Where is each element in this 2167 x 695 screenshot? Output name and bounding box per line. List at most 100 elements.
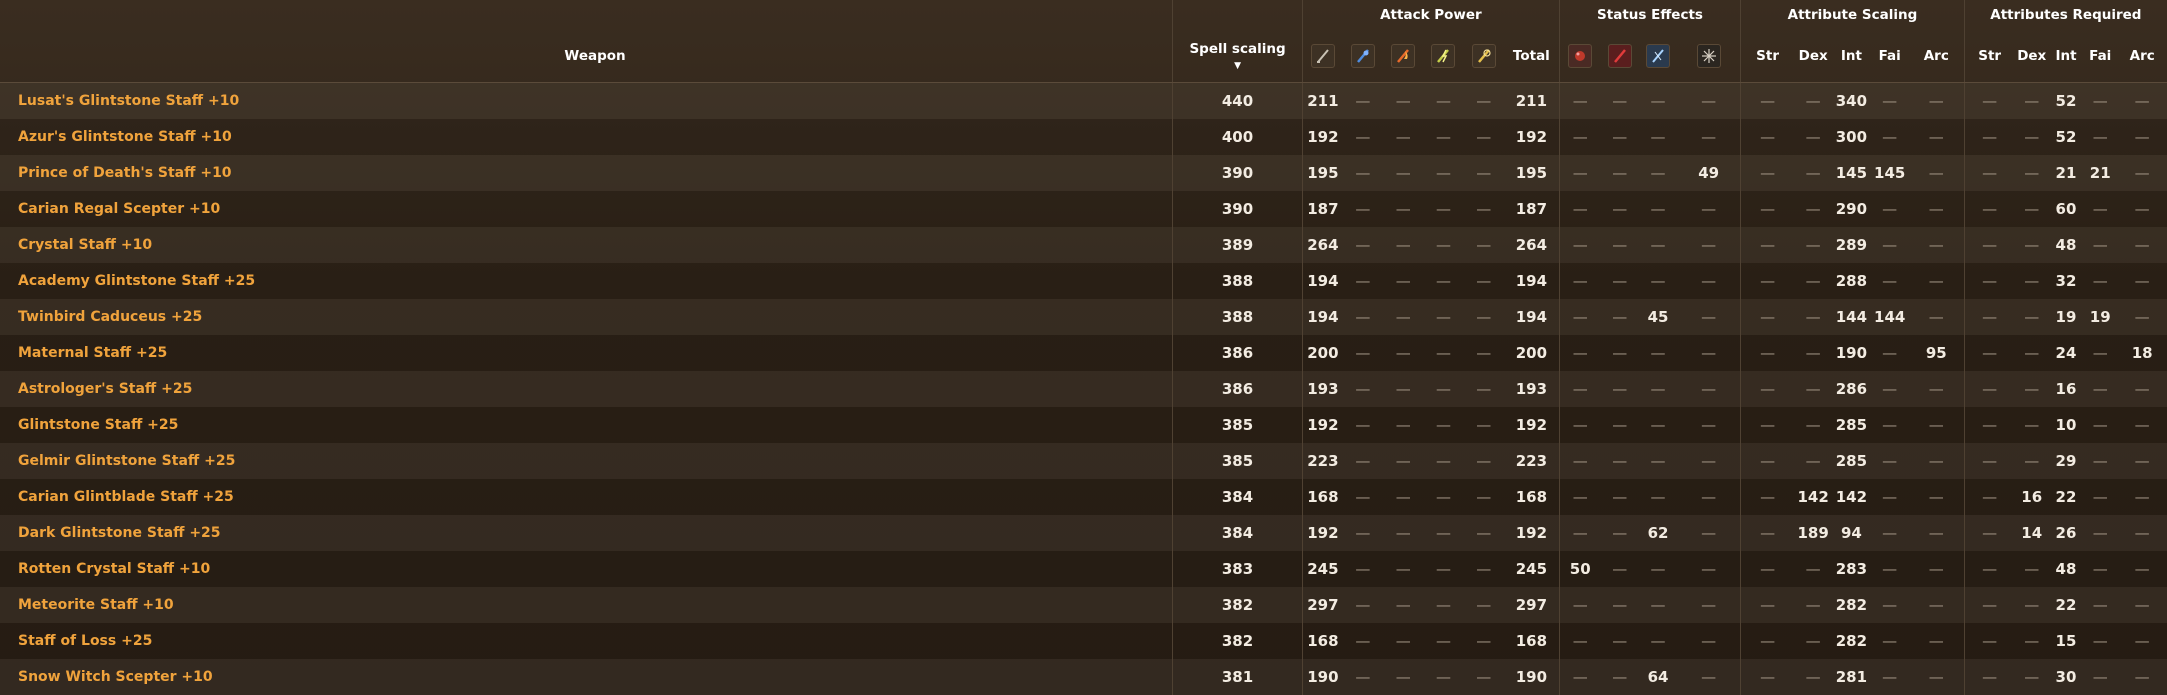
weapon-name-link[interactable]: Rotten Crystal Staff +10 (0, 551, 1173, 587)
weapon-name-link[interactable]: Meteorite Staff +10 (0, 587, 1173, 623)
attack-holy-value: — (1476, 91, 1492, 110)
required-fai-value: — (2092, 91, 2108, 110)
required-fai-value: — (2092, 487, 2108, 506)
scaling-dex-value: — (1805, 667, 1821, 686)
table-row[interactable]: Azur's Glintstone Staff +10 400 192— — — —192… (0, 118, 2167, 155)
column-status-1[interactable] (1558, 29, 1601, 83)
fire-damage-icon (1391, 43, 1416, 68)
weapon-name-link[interactable]: Dark Glintstone Staff +25 (0, 515, 1173, 551)
column-status-4[interactable] (1677, 29, 1741, 83)
table-row[interactable]: Maternal Staff +25 386 200— — — —200— — — — — —190… (0, 334, 2167, 371)
table-row[interactable]: Glintstone Staff +25 385 192— — — —192— — — — — —2… (0, 406, 2167, 443)
table-row[interactable]: Meteorite Staff +10 382 297— — — —297— — — — — —28… (0, 586, 2167, 623)
scaling-int-value: 282 (1835, 631, 1868, 650)
weapon-name-link[interactable]: Carian Regal Scepter +10 (0, 191, 1173, 227)
weapon-name-link[interactable]: Twinbird Caduceus +25 (0, 299, 1173, 335)
weapon-name-link[interactable]: Gelmir Glintstone Staff +25 (0, 443, 1173, 479)
attack-fire-value: — (1395, 199, 1411, 218)
table-row[interactable]: Snow Witch Scepter +10 381 190— — — —190— —64—… (0, 658, 2167, 695)
status-effect-1-value: — (1558, 370, 1601, 407)
table-row[interactable]: Crystal Staff +10 389 264— — — —264— — — — — —289—… (0, 226, 2167, 263)
table-row[interactable]: Staff of Loss +25 382 168— — — —168— — — — — —282—… (0, 622, 2167, 659)
status-effect-3-value: — (1650, 487, 1666, 506)
column-status-2[interactable] (1600, 29, 1639, 83)
bleed-icon (1568, 43, 1593, 68)
weapon-name-link[interactable]: Maternal Staff +25 (0, 335, 1173, 371)
weapon-name-link[interactable]: Carian Glintblade Staff +25 (0, 479, 1173, 515)
status-effect-2-value: — (1612, 307, 1628, 326)
table-row[interactable]: Rotten Crystal Staff +10 383 245— — — —245 50—… (0, 550, 2167, 587)
scaling-arc-value: — (1928, 199, 1944, 218)
required-dex-value: — (2024, 451, 2040, 470)
attack-magic-value: — (1355, 379, 1371, 398)
weapon-table-body: Lusat's Glintstone Staff +10 440 211— — — —21… (0, 82, 2167, 695)
weapon-name-link[interactable]: Staff of Loss +25 (0, 623, 1173, 659)
status-effect-3-value: — (1650, 127, 1666, 146)
scaling-dex-value: — (1805, 379, 1821, 398)
column-weapon[interactable]: Weapon (0, 29, 1173, 83)
frostbite-icon (1646, 43, 1671, 68)
attack-physical-value: 190 (1301, 658, 1343, 695)
column-status-3[interactable] (1638, 29, 1678, 83)
required-str-value: — (1963, 262, 2015, 299)
required-str-value: — (1963, 190, 2015, 227)
column-total[interactable]: Total (1503, 29, 1560, 83)
column-fire[interactable] (1383, 29, 1424, 83)
scaling-str-value: — (1740, 154, 1795, 191)
column-scaling-dex[interactable]: Dex (1794, 29, 1833, 83)
table-row[interactable]: Dark Glintstone Staff +25 384 192— — — —192— —… (0, 514, 2167, 551)
column-required-int[interactable]: Int (2048, 29, 2084, 83)
scaling-int-value: 144 (1835, 307, 1868, 326)
attack-physical-value: 195 (1301, 154, 1343, 191)
scaling-arc-value: — (1928, 307, 1944, 326)
scaling-str-value: — (1740, 622, 1795, 659)
column-lightning[interactable] (1423, 29, 1464, 83)
weapon-name-link[interactable]: Lusat's Glintstone Staff +10 (0, 83, 1173, 119)
weapon-name-link[interactable]: Academy Glintstone Staff +25 (0, 263, 1173, 299)
weapon-name-link[interactable]: Crystal Staff +10 (0, 227, 1173, 263)
table-row[interactable]: Carian Regal Scepter +10 390 187— — — —187— — —… (0, 190, 2167, 227)
required-str-value: — (1963, 334, 2015, 371)
column-required-str[interactable]: Str (1963, 29, 2015, 83)
attack-total-value: 190 (1515, 667, 1548, 686)
required-str-value: — (1963, 406, 2015, 443)
weapon-name-link[interactable]: Azur's Glintstone Staff +10 (0, 119, 1173, 155)
column-scaling-fai[interactable]: Fai (1870, 29, 1909, 83)
table-row[interactable]: Academy Glintstone Staff +25 388 194— — — —19… (0, 262, 2167, 299)
status-effect-1-value: — (1558, 514, 1601, 551)
required-fai-value: 19 (2089, 307, 2111, 326)
required-arc-value: — (2134, 127, 2150, 146)
weapon-name-link[interactable]: Snow Witch Scepter +10 (0, 659, 1173, 695)
column-required-arc[interactable]: Arc (2117, 29, 2167, 83)
table-row[interactable]: Prince of Death's Staff +10 390 195— — — —195… (0, 154, 2167, 191)
attack-physical-value: 168 (1301, 478, 1343, 515)
table-row[interactable]: Carian Glintblade Staff +25 384 168— — — —168… (0, 478, 2167, 515)
column-required-fai[interactable]: Fai (2083, 29, 2118, 83)
required-arc-value: — (2134, 415, 2150, 434)
column-scaling-arc[interactable]: Arc (1908, 29, 1965, 83)
scaling-int-value: 142 (1835, 487, 1868, 506)
column-scaling-str[interactable]: Str (1740, 29, 1795, 83)
scaling-str-value: — (1740, 118, 1795, 155)
column-required-dex[interactable]: Dex (2014, 29, 2049, 83)
table-row[interactable]: Astrologer's Staff +25 386 193— — — —193— — — — —… (0, 370, 2167, 407)
status-effect-4-value: — (1701, 127, 1717, 146)
table-row[interactable]: Twinbird Caduceus +25 388 194— — — —194— —45— —… (0, 298, 2167, 335)
attack-lightning-value: — (1435, 307, 1451, 326)
column-spell-scaling[interactable]: Spell scaling ▼ (1172, 29, 1303, 83)
column-magic[interactable] (1342, 29, 1384, 83)
table-row[interactable]: Lusat's Glintstone Staff +10 440 211— — — —21… (0, 82, 2167, 119)
column-scaling-int[interactable]: Int (1832, 29, 1871, 83)
weapon-name-link[interactable]: Glintstone Staff +25 (0, 407, 1173, 443)
weapon-name-link[interactable]: Astrologer's Staff +25 (0, 371, 1173, 407)
column-holy[interactable] (1463, 29, 1504, 83)
weapon-name-link[interactable]: Prince of Death's Staff +10 (0, 155, 1173, 191)
attack-total-value: 223 (1515, 451, 1548, 470)
column-physical[interactable] (1301, 29, 1343, 83)
table-row[interactable]: Gelmir Glintstone Staff +25 385 223— — — —223… (0, 442, 2167, 479)
scaling-int-value: 290 (1835, 199, 1868, 218)
scaling-dex-value: — (1805, 415, 1821, 434)
required-int-value: 32 (2055, 271, 2077, 290)
header-group-row: Attack Power Status Effects Attribute Sc… (0, 0, 2167, 29)
attack-holy-value: — (1476, 523, 1492, 542)
